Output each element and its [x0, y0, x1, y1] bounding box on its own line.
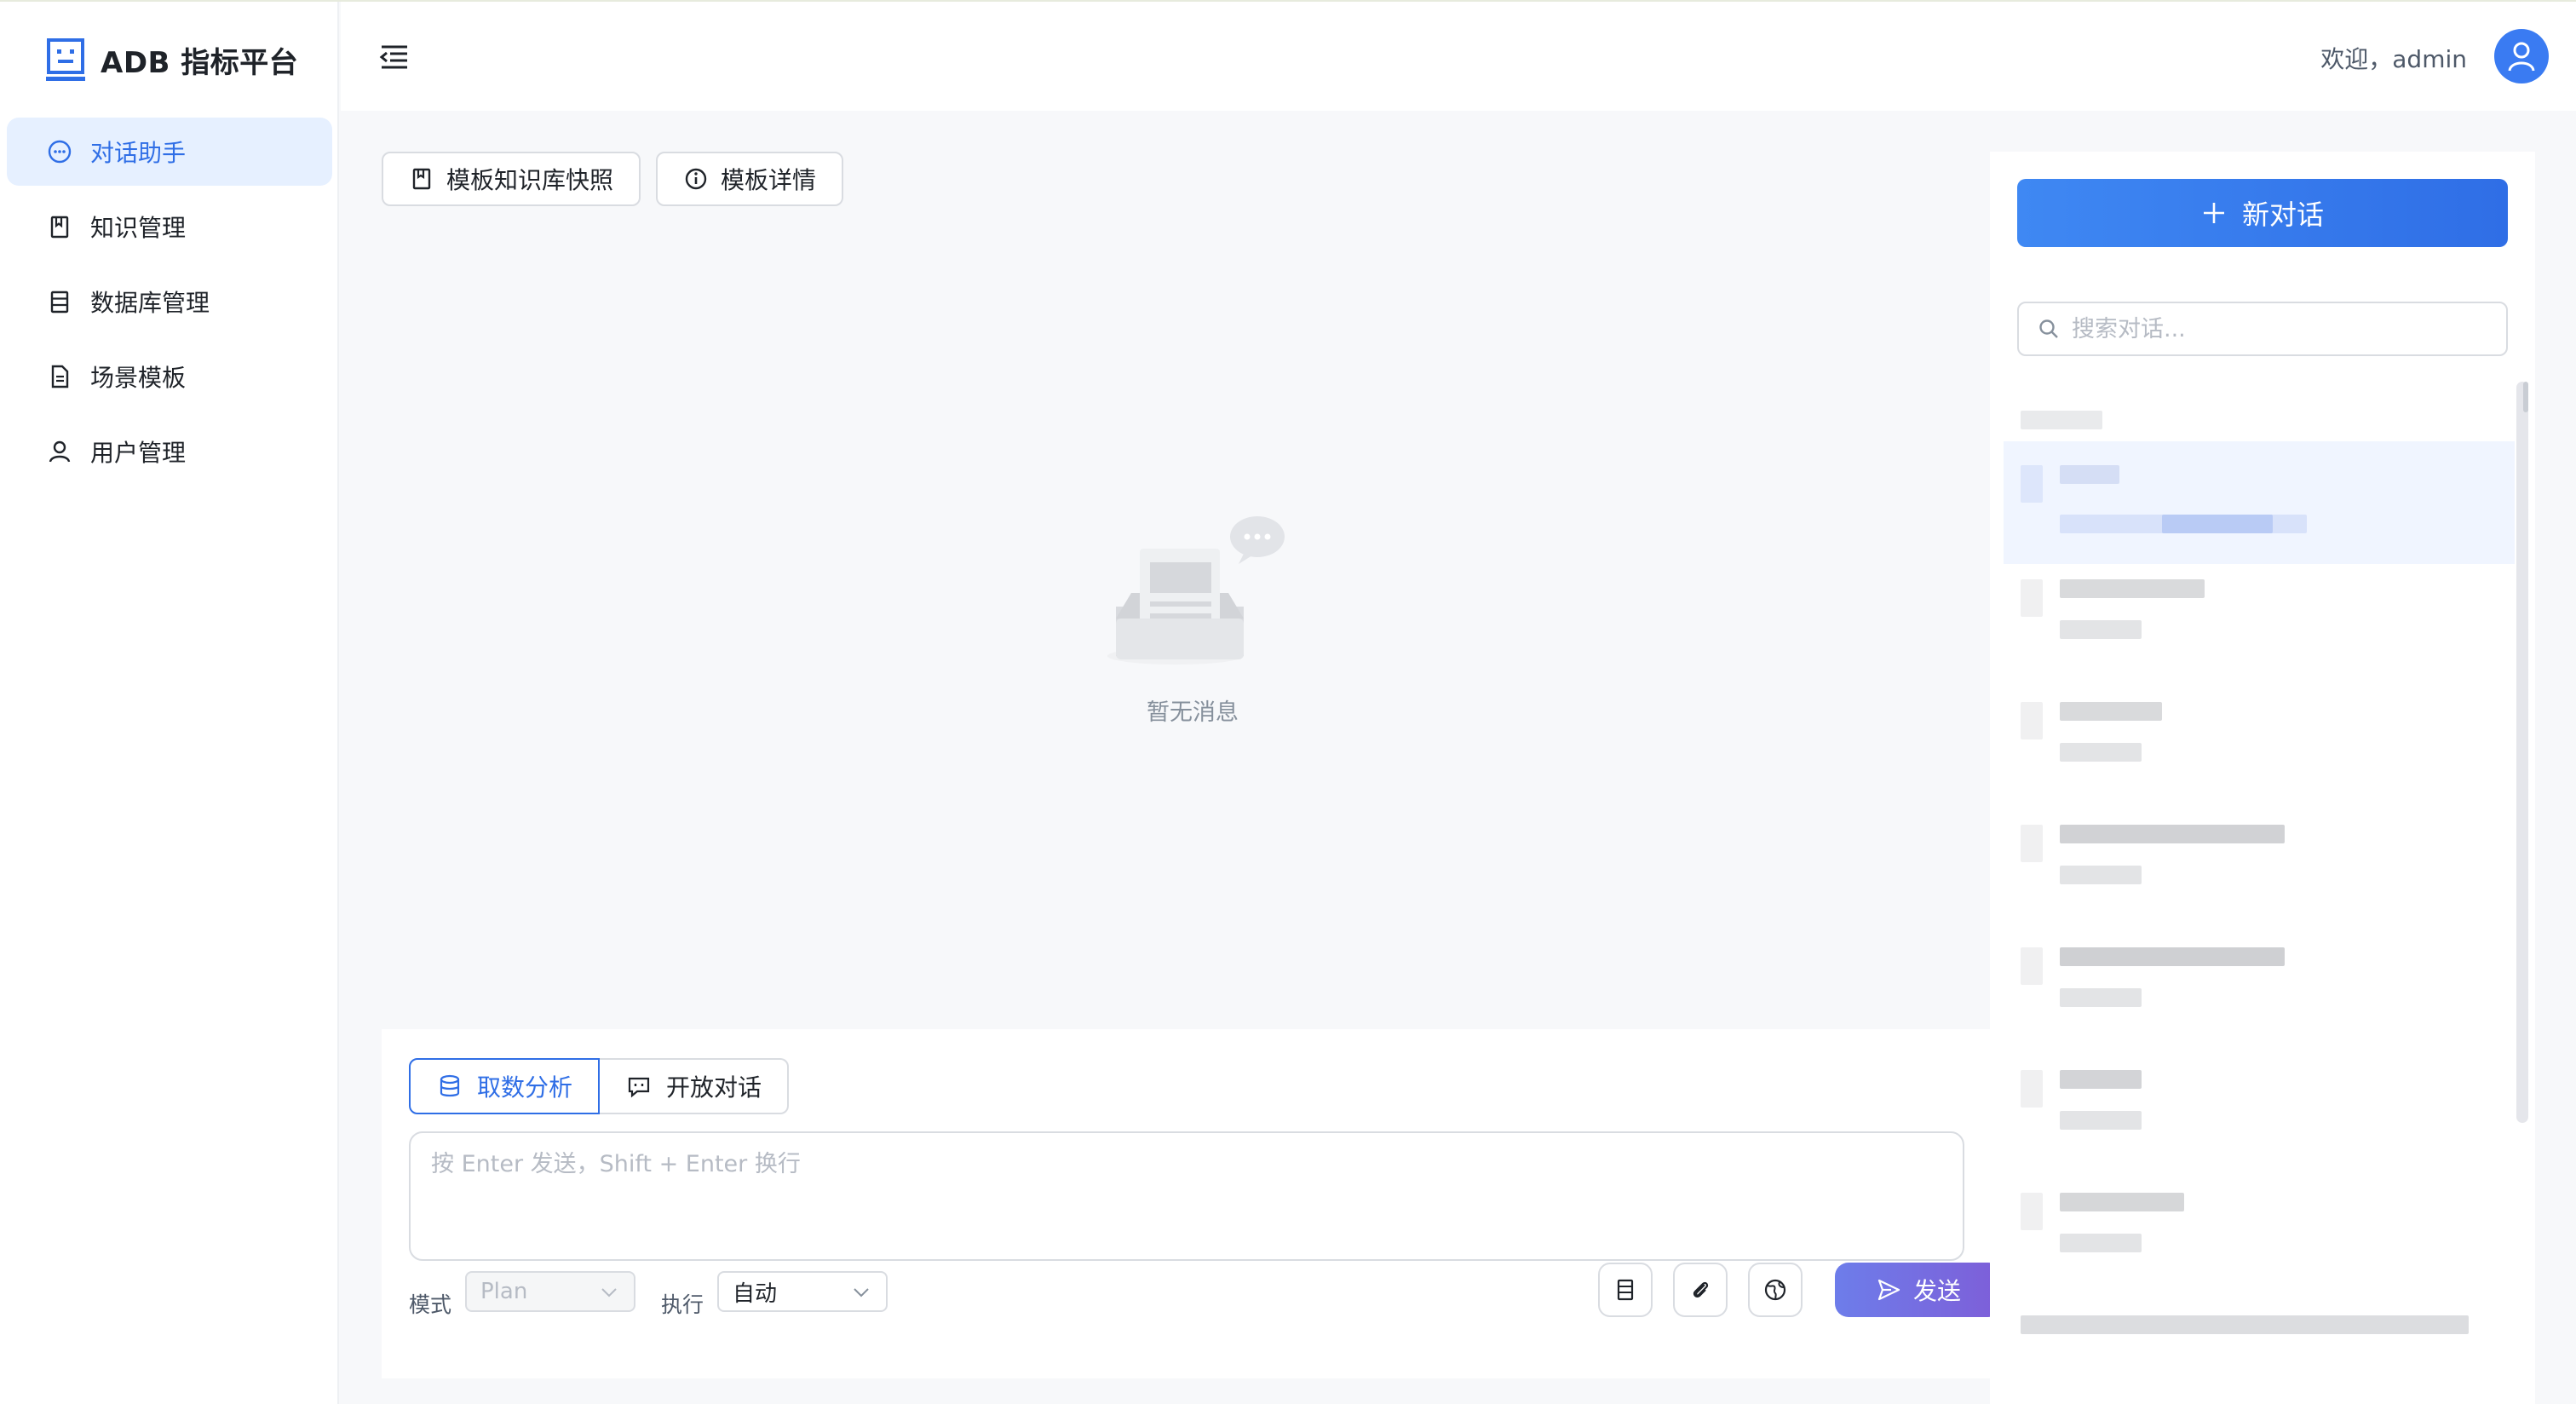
conversation-scrollbar[interactable] — [2516, 382, 2528, 1123]
document-icon — [51, 365, 69, 388]
exec-select-value: 自动 — [733, 1280, 778, 1307]
mode-label: 模式 — [409, 1292, 452, 1317]
conversation-item[interactable] — [2004, 1062, 2515, 1184]
conversation-panel: 新对话 — [1990, 152, 2535, 1404]
sidebar-item-database[interactable]: 数据库管理 — [7, 268, 332, 336]
plus-icon — [2203, 203, 2224, 223]
exec-select[interactable]: 自动 — [717, 1271, 888, 1312]
conversation-item[interactable] — [2004, 693, 2515, 816]
sidebar: ADB 指标平台 对话助手 知识管理 数据库管理 场景模板 用户管理 — [0, 2, 339, 1404]
conversation-item[interactable] — [2004, 571, 2515, 693]
user-avatar-icon — [2508, 42, 2535, 72]
chat-toolbar: 模板知识库快照 模板详情 — [382, 152, 844, 206]
send-button[interactable]: 发送 — [1835, 1263, 2002, 1317]
conversation-item[interactable] — [2004, 441, 2515, 564]
template-details-button[interactable]: 模板详情 — [656, 152, 844, 206]
top-header: 欢迎，admin — [341, 2, 2576, 111]
tab-data-analysis-label: 取数分析 — [477, 1073, 573, 1102]
book-icon — [50, 216, 69, 239]
sidebar-item-label: 知识管理 — [90, 214, 187, 242]
table-icon — [1617, 1279, 1634, 1301]
brand-name: ADB 指标平台 — [101, 45, 299, 80]
scrollbar-thumb[interactable] — [2523, 382, 2528, 412]
conversation-item[interactable] — [2004, 1184, 2515, 1307]
conversation-item[interactable] — [2004, 816, 2515, 939]
chevron-down-icon — [601, 1288, 617, 1298]
chat-robot-icon — [628, 1077, 650, 1098]
web-search-button[interactable] — [1748, 1263, 1803, 1317]
search-icon — [2039, 319, 2058, 338]
new-chat-button[interactable]: 新对话 — [2017, 179, 2508, 247]
conversation-panel-top: 新对话 — [1990, 152, 2535, 382]
conversation-search[interactable] — [2017, 302, 2508, 356]
conversation-group-header — [2004, 382, 2515, 433]
database-icon — [440, 1074, 460, 1097]
chevron-down-icon — [854, 1288, 869, 1298]
new-chat-label: 新对话 — [2241, 199, 2324, 231]
tab-open-chat-label: 开放对话 — [666, 1073, 762, 1102]
sidebar-item-label: 场景模板 — [90, 364, 187, 392]
sidebar-nav: 对话助手 知识管理 数据库管理 场景模板 用户管理 — [7, 118, 332, 492]
avatar[interactable] — [2494, 29, 2549, 83]
sidebar-item-scene-templates[interactable]: 场景模板 — [7, 342, 332, 411]
table-button[interactable] — [1598, 1263, 1653, 1317]
empty-inbox-icon — [1107, 516, 1285, 665]
template-snapshot-button[interactable]: 模板知识库快照 — [382, 152, 641, 206]
brand[interactable]: ADB 指标平台 — [46, 34, 298, 85]
tab-open-chat[interactable]: 开放对话 — [600, 1058, 790, 1114]
robot-logo-icon — [46, 38, 85, 81]
empty-state: 暂无消息 — [1090, 511, 1295, 727]
chat-main: 模板知识库快照 模板详情 暂无消息 取数分析 开放对话 按 Enter 发送，S… — [341, 111, 2002, 1404]
exec-label: 执行 — [661, 1292, 704, 1317]
book-icon — [412, 168, 431, 190]
sidebar-item-knowledge[interactable]: 知识管理 — [7, 193, 332, 261]
empty-state-text: 暂无消息 — [1147, 699, 1239, 726]
welcome-text: 欢迎，admin — [2320, 45, 2467, 73]
sidebar-item-label: 对话助手 — [90, 139, 187, 167]
user-icon — [49, 440, 71, 463]
sidebar-item-users[interactable]: 用户管理 — [7, 417, 332, 486]
globe-icon — [1764, 1279, 1786, 1301]
conversation-item[interactable] — [2004, 1307, 2515, 1404]
template-snapshot-label: 模板知识库快照 — [446, 166, 614, 194]
conversation-list — [1990, 382, 2535, 1404]
conversation-item[interactable] — [2004, 939, 2515, 1062]
template-details-label: 模板详情 — [721, 166, 817, 194]
attach-button[interactable] — [1673, 1263, 1728, 1317]
sidebar-item-chat-assistant[interactable]: 对话助手 — [7, 118, 332, 186]
send-icon — [1877, 1279, 1900, 1301]
paperclip-icon — [1693, 1281, 1709, 1298]
info-icon — [685, 168, 707, 190]
chat-bubble-icon — [48, 140, 72, 164]
menu-fold-icon[interactable] — [378, 41, 411, 73]
mode-select[interactable]: Plan — [465, 1271, 635, 1312]
database-icon — [50, 291, 69, 314]
mode-tabs: 取数分析 开放对话 — [409, 1058, 790, 1114]
sidebar-item-label: 数据库管理 — [90, 289, 210, 317]
message-input[interactable] — [409, 1131, 1964, 1261]
conversation-search-input[interactable] — [2072, 315, 2481, 342]
send-label: 发送 — [1912, 1277, 1961, 1305]
message-composer: 取数分析 开放对话 模式 Plan 执行 自动 — [382, 1029, 2002, 1378]
mode-select-value: Plan — [480, 1279, 528, 1304]
sidebar-item-label: 用户管理 — [90, 439, 187, 467]
tab-data-analysis[interactable]: 取数分析 — [409, 1058, 601, 1114]
